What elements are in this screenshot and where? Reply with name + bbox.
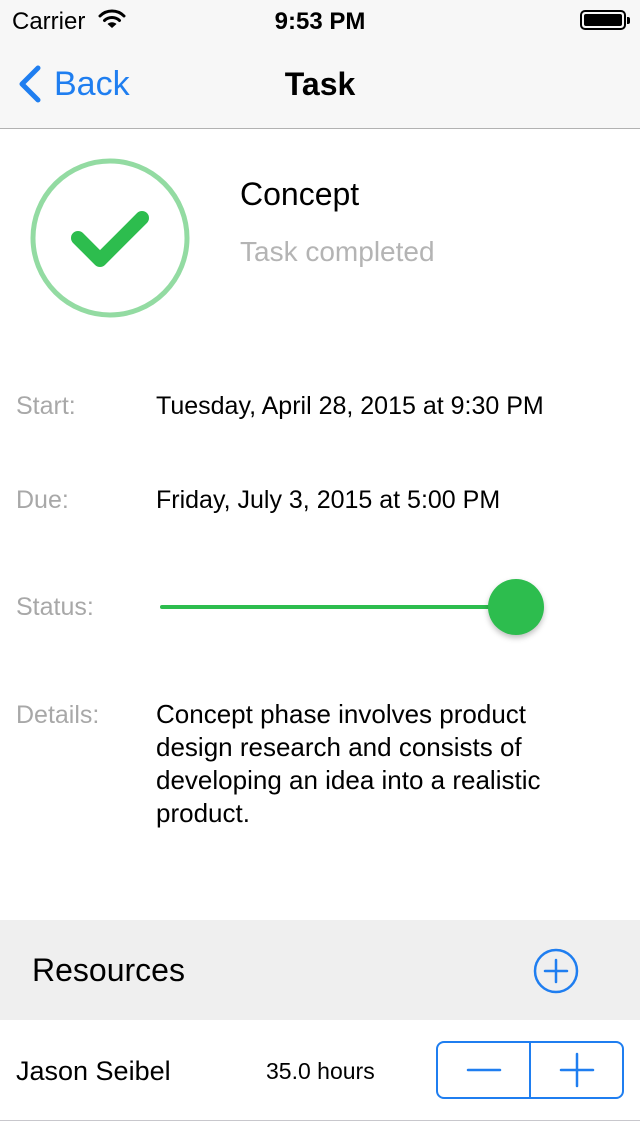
clock: 9:53 PM xyxy=(274,8,366,35)
task-status-text: Task completed xyxy=(240,236,435,267)
status-slider[interactable] xyxy=(160,578,550,638)
details-label: Details: xyxy=(16,701,100,729)
status-label: Status: xyxy=(16,593,94,621)
increment-button[interactable] xyxy=(529,1043,622,1097)
page-title: Task xyxy=(284,66,356,102)
decrement-button[interactable] xyxy=(438,1043,529,1097)
start-label: Start: xyxy=(16,392,76,420)
resource-name: Jason Seibel xyxy=(16,1056,171,1086)
minus-icon xyxy=(466,1068,501,1072)
plus-icon xyxy=(559,1052,594,1088)
resource-row: Jason Seibel 35.0 hours xyxy=(0,1020,640,1121)
checkmark-circle-icon xyxy=(30,158,190,318)
resource-hours: 35.0 hours xyxy=(266,1058,375,1084)
resources-title: Resources xyxy=(32,952,185,988)
resources-header: Resources xyxy=(0,920,640,1020)
status-bar: Carrier 9:53 PM xyxy=(0,0,640,40)
task-name: Concept xyxy=(240,176,360,212)
battery-icon xyxy=(580,10,630,30)
slider-track xyxy=(160,605,516,609)
navigation-bar: Back Task xyxy=(0,40,640,129)
slider-thumb[interactable] xyxy=(488,579,544,635)
details-text: Concept phase involves product design re… xyxy=(156,699,541,828)
hours-stepper[interactable] xyxy=(436,1041,624,1099)
due-label: Due: xyxy=(16,486,69,514)
due-value[interactable]: Friday, July 3, 2015 at 5:00 PM xyxy=(156,486,500,515)
start-value[interactable]: Tuesday, April 28, 2015 at 9:30 PM xyxy=(156,392,544,421)
add-resource-button[interactable] xyxy=(533,948,579,994)
